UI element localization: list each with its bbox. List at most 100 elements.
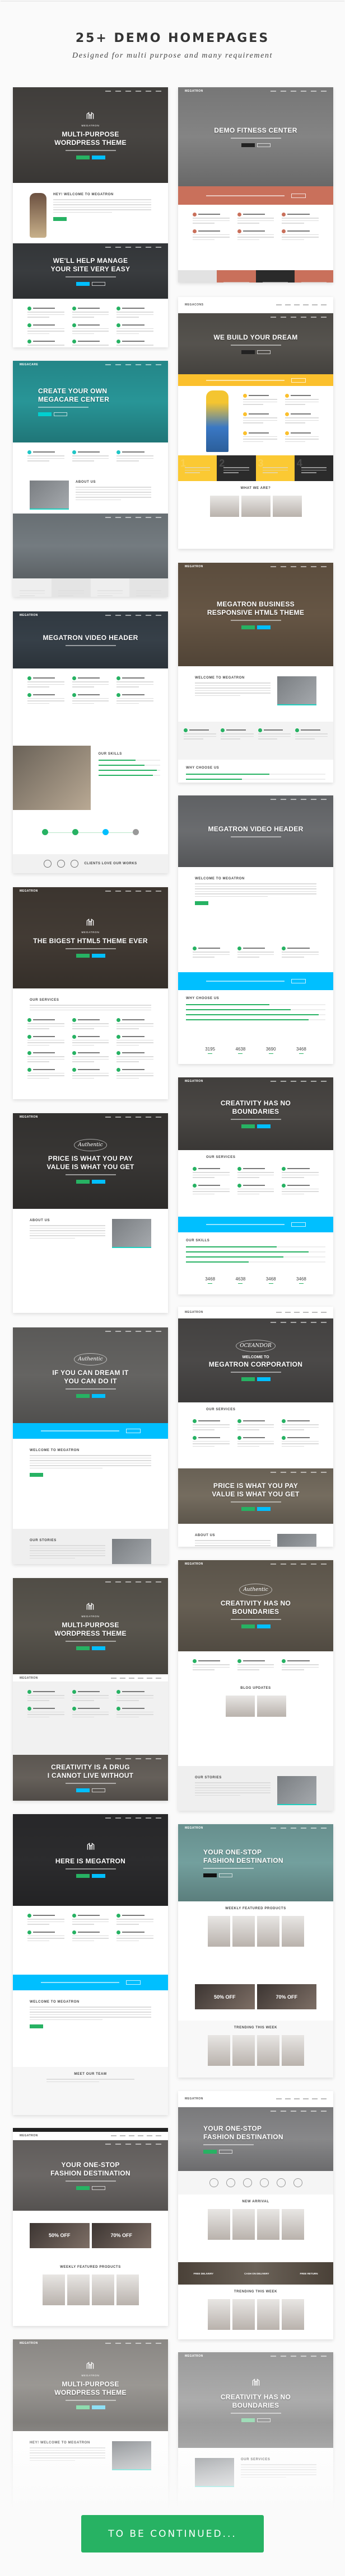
nav-menu-item[interactable]: [115, 2343, 121, 2344]
nav-menu-item[interactable]: [125, 2343, 131, 2344]
nav-menu-item[interactable]: [146, 1331, 151, 1332]
nav-menu-item[interactable]: [321, 1322, 327, 1323]
nav-menu-item[interactable]: [311, 566, 316, 567]
nav-menu-item[interactable]: [136, 2343, 141, 2344]
nav-menu-item[interactable]: [321, 1564, 327, 1565]
nav-menu-item[interactable]: [311, 1081, 316, 1082]
nav-menu-item[interactable]: [120, 2135, 125, 2136]
product-card[interactable]: [225, 1696, 255, 1717]
nav-menu-item[interactable]: [115, 1331, 121, 1332]
product-card[interactable]: [232, 2209, 255, 2240]
purchase-now-button[interactable]: [195, 901, 208, 905]
nav-menu-item[interactable]: [105, 2343, 111, 2344]
offer-banner[interactable]: 50% OFF: [30, 2222, 90, 2248]
select-demo-button[interactable]: [241, 1377, 255, 1381]
demo-homepage-thumbnail[interactable]: MEGATRON VIDEO HEADER WELCOME TO MEGATRON…: [178, 795, 333, 1064]
nav-menu-item[interactable]: [115, 517, 121, 518]
nav-menu-item[interactable]: [291, 2356, 296, 2357]
purchase-now-button[interactable]: [257, 625, 271, 629]
nav-menu-item[interactable]: [147, 1677, 152, 1679]
purchase-now-button[interactable]: [257, 2418, 271, 2422]
select-demo-button[interactable]: [241, 143, 255, 147]
nav-menu-item[interactable]: [146, 1758, 151, 1759]
nav-menu-item[interactable]: [136, 2144, 141, 2145]
purchase-now-button[interactable]: [91, 1874, 105, 1878]
nav-menu-item[interactable]: [125, 891, 131, 892]
nav-menu-item[interactable]: [271, 799, 276, 800]
nav-menu-item[interactable]: [281, 799, 286, 800]
brand-logo[interactable]: MEGATRON: [20, 614, 38, 617]
nav-menu-item[interactable]: [271, 566, 276, 567]
nav-menu-item[interactable]: [156, 1581, 161, 1583]
nav-menu-item[interactable]: [125, 615, 131, 616]
demo-homepage-thumbnail[interactable]: MEGATRON MULTI-PURPOSE WORDPRESS THEME HEY…: [13, 87, 168, 347]
select-demo-button[interactable]: [76, 954, 90, 958]
nav-menu-item[interactable]: [136, 1758, 141, 1759]
nav-menu-item[interactable]: [105, 364, 111, 365]
nav-menu-item[interactable]: [291, 1828, 296, 1829]
brand-logo[interactable]: MEGATRON: [185, 1311, 203, 1314]
nav-menu-item[interactable]: [147, 2135, 152, 2136]
nav-menu-item[interactable]: [115, 364, 121, 365]
brand-logo[interactable]: MEGATRON: [185, 90, 203, 93]
select-demo-button[interactable]: [76, 1874, 90, 1878]
purchase-now-button[interactable]: [257, 1377, 271, 1381]
nav-menu-item[interactable]: [105, 1758, 111, 1759]
nav-menu-item[interactable]: [301, 91, 306, 92]
to-be-continued-button[interactable]: TO BE CONTINUED...: [81, 2515, 264, 2553]
nav-menu-item[interactable]: [271, 91, 276, 92]
nav-menu-item[interactable]: [136, 247, 141, 248]
nav-menu-item[interactable]: [301, 1828, 306, 1829]
nav-menu-item[interactable]: [291, 2111, 296, 2112]
demo-homepage-thumbnail[interactable]: MEGACARE CREATE YOUR OWN MEGACARE CENTER A…: [13, 361, 168, 597]
nav-menu-item[interactable]: [105, 615, 111, 616]
nav-menu-item[interactable]: [105, 247, 111, 248]
nav-menu-item[interactable]: [281, 2356, 286, 2357]
nav-menu-item[interactable]: [271, 1564, 276, 1565]
nav-menu-item[interactable]: [291, 91, 296, 92]
nav-menu-item[interactable]: [276, 1312, 282, 1313]
brand-logo[interactable]: MEGATRON: [185, 2097, 203, 2101]
nav-menu-item[interactable]: [115, 91, 121, 92]
nav-menu-item[interactable]: [129, 2135, 134, 2136]
nav-menu-item[interactable]: [125, 1758, 131, 1759]
purchase-now-button[interactable]: [91, 155, 105, 159]
nav-menu-item[interactable]: [125, 1117, 131, 1118]
nav-menu-item[interactable]: [321, 2356, 327, 2357]
product-card[interactable]: [281, 2035, 304, 2066]
nav-menu-item[interactable]: [105, 1331, 111, 1332]
purchase-now-button[interactable]: [257, 1506, 271, 1511]
nav-menu-item[interactable]: [136, 891, 141, 892]
select-demo-button[interactable]: [241, 1124, 255, 1128]
check-it-out-button[interactable]: [291, 979, 306, 983]
purchase-now-button[interactable]: [219, 1873, 232, 1877]
purchase-now-button[interactable]: [91, 1179, 105, 1184]
nav-menu-item[interactable]: [301, 1564, 306, 1565]
nav-menu-item[interactable]: [125, 1581, 131, 1583]
purchase-now-button[interactable]: [54, 412, 67, 416]
nav-menu-item[interactable]: [156, 2144, 161, 2145]
purchase-now-button[interactable]: [91, 1788, 105, 1792]
nav-menu-item[interactable]: [115, 1817, 121, 1819]
nav-menu-item[interactable]: [276, 304, 282, 305]
nav-menu-item[interactable]: [136, 91, 141, 92]
demo-homepage-thumbnail[interactable]: MEGATRON MEGATRON VIDEO HEADER OUR SKILLS C…: [13, 611, 168, 873]
demo-homepage-thumbnail[interactable]: MEGATRON YOUR ONE-STOP FASHION DESTINATIO…: [178, 2091, 333, 2339]
offer-banner[interactable]: 50% OFF: [195, 1984, 255, 2009]
nav-menu-item[interactable]: [115, 1581, 121, 1583]
nav-menu-item[interactable]: [311, 1828, 316, 1829]
product-card[interactable]: [257, 1696, 286, 1717]
select-demo-button[interactable]: [241, 2418, 255, 2422]
product-card[interactable]: [257, 2035, 279, 2066]
nav-menu-item[interactable]: [105, 517, 111, 518]
nav-menu-item[interactable]: [281, 91, 286, 92]
nav-menu-item[interactable]: [285, 1312, 291, 1313]
nav-menu-item[interactable]: [136, 364, 141, 365]
nav-menu-item[interactable]: [321, 2111, 327, 2112]
select-demo-button[interactable]: [203, 2150, 217, 2154]
nav-menu-item[interactable]: [303, 1312, 309, 1313]
nav-menu-item[interactable]: [105, 91, 111, 92]
nav-menu-item[interactable]: [291, 1472, 296, 1473]
select-demo-button[interactable]: [76, 155, 90, 159]
nav-menu-item[interactable]: [301, 2356, 306, 2357]
